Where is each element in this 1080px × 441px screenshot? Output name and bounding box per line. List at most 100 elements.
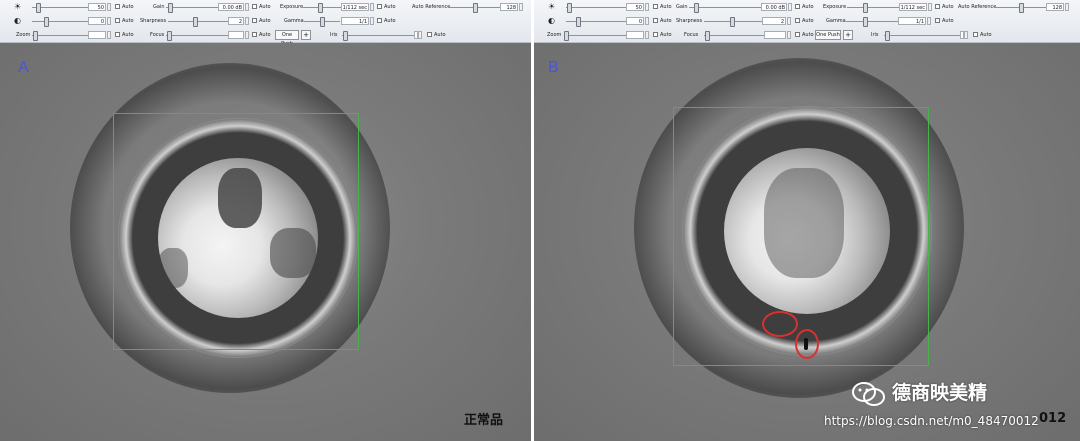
auto-reference-slider-thumb[interactable] bbox=[1019, 3, 1024, 13]
iris-auto-checkbox[interactable] bbox=[427, 32, 432, 37]
auto-reference-slider-thumb[interactable] bbox=[473, 3, 478, 13]
zoom-spinner[interactable] bbox=[645, 31, 649, 39]
contrast-value[interactable]: 0 bbox=[88, 17, 106, 25]
gamma-slider[interactable] bbox=[846, 21, 898, 22]
gain-slider-thumb[interactable] bbox=[168, 3, 173, 13]
auto-reference-spinner[interactable] bbox=[519, 3, 523, 11]
crosshair-icon[interactable]: + bbox=[301, 30, 311, 40]
focus-slider[interactable] bbox=[704, 35, 764, 36]
gamma-value[interactable]: 1/1 bbox=[898, 17, 926, 25]
auto-reference-value[interactable]: 128 bbox=[1046, 3, 1064, 11]
exposure-spinner[interactable] bbox=[370, 3, 374, 11]
zoom-value[interactable] bbox=[626, 31, 644, 39]
sharpness-value[interactable]: 2 bbox=[228, 17, 244, 25]
gain-slider[interactable] bbox=[689, 7, 761, 8]
gain-auto-checkbox[interactable] bbox=[795, 4, 800, 9]
gain-spinner[interactable] bbox=[788, 3, 792, 11]
gamma-spinner[interactable] bbox=[927, 17, 931, 25]
gamma-slider-thumb[interactable] bbox=[863, 17, 868, 27]
gain-value[interactable]: 0.00 dB bbox=[761, 3, 787, 11]
contrast-slider[interactable] bbox=[32, 21, 88, 22]
zoom-slider[interactable] bbox=[564, 35, 626, 36]
iris-slider[interactable] bbox=[884, 35, 960, 36]
contrast-slider[interactable] bbox=[566, 21, 626, 22]
one-push-button[interactable]: One Push bbox=[275, 30, 299, 47]
zoom-value[interactable] bbox=[88, 31, 106, 39]
gain-value[interactable]: 0.00 dB bbox=[218, 3, 244, 11]
focus-slider[interactable] bbox=[166, 35, 228, 36]
sharpness-slider-thumb[interactable] bbox=[730, 17, 735, 27]
camera-controls-toolbar: ☀ 50 Auto Gain 0.00 dB Auto Exposure 1/1… bbox=[534, 0, 1080, 43]
exposure-auto-checkbox[interactable] bbox=[377, 4, 382, 9]
iris-spinner[interactable] bbox=[418, 31, 422, 39]
contrast-spinner[interactable] bbox=[645, 17, 649, 25]
exposure-slider[interactable] bbox=[847, 7, 899, 8]
gain-auto-checkbox[interactable] bbox=[252, 4, 257, 9]
zoom-spinner[interactable] bbox=[107, 31, 111, 39]
gamma-value[interactable]: 1/1 bbox=[341, 17, 369, 25]
one-push-button[interactable]: One Push bbox=[815, 30, 841, 40]
iris-slider-thumb[interactable] bbox=[885, 31, 890, 41]
sharpness-spinner[interactable] bbox=[245, 17, 249, 25]
iris-slider[interactable] bbox=[342, 35, 414, 36]
brightness-value[interactable]: 50 bbox=[88, 3, 106, 11]
contrast-value[interactable]: 0 bbox=[626, 17, 644, 25]
camera-image: A 正常品 bbox=[0, 43, 531, 441]
iris-spinner[interactable] bbox=[964, 31, 968, 39]
sharpness-auto-checkbox[interactable] bbox=[795, 18, 800, 23]
contrast-slider-thumb[interactable] bbox=[44, 17, 49, 27]
controls-row-1: ☀ 50 Auto Gain 0.00 dB Auto Exposure 1/1… bbox=[534, 1, 1080, 14]
focus-label: Focus bbox=[150, 32, 165, 38]
gamma-auto-checkbox[interactable] bbox=[377, 18, 382, 23]
exposure-label: Exposure bbox=[823, 4, 847, 10]
sharpness-value[interactable]: 2 bbox=[762, 17, 786, 25]
exposure-slider-thumb[interactable] bbox=[318, 3, 323, 13]
sharpness-spinner[interactable] bbox=[787, 17, 791, 25]
gain-spinner[interactable] bbox=[245, 3, 249, 11]
brightness-slider-thumb[interactable] bbox=[567, 3, 572, 13]
contrast-slider-thumb[interactable] bbox=[576, 17, 581, 27]
sharpness-slider[interactable] bbox=[168, 21, 228, 22]
brightness-slider[interactable] bbox=[566, 7, 626, 8]
brightness-auto-checkbox[interactable] bbox=[115, 4, 120, 9]
focus-auto-checkbox[interactable] bbox=[795, 32, 800, 37]
exposure-value[interactable]: 1/112 sec bbox=[899, 3, 927, 11]
exposure-spinner[interactable] bbox=[928, 3, 932, 11]
brightness-slider-thumb[interactable] bbox=[36, 3, 41, 13]
focus-value[interactable] bbox=[228, 31, 244, 39]
exposure-value[interactable]: 1/112 sec bbox=[341, 3, 369, 11]
sharpness-auto-checkbox[interactable] bbox=[252, 18, 257, 23]
sharpness-slider-thumb[interactable] bbox=[193, 17, 198, 27]
auto-reference-value[interactable]: 128 bbox=[500, 3, 518, 11]
brightness-value[interactable]: 50 bbox=[626, 3, 644, 11]
exposure-auto-checkbox[interactable] bbox=[935, 4, 940, 9]
exposure-slider-thumb[interactable] bbox=[863, 3, 868, 13]
zoom-auto-checkbox[interactable] bbox=[653, 32, 658, 37]
gamma-auto-checkbox[interactable] bbox=[935, 18, 940, 23]
contrast-auto-checkbox[interactable] bbox=[115, 18, 120, 23]
zoom-slider-thumb[interactable] bbox=[564, 31, 569, 41]
iris-auto-checkbox[interactable] bbox=[973, 32, 978, 37]
gamma-slider-thumb[interactable] bbox=[320, 17, 325, 27]
auto-reference-spinner[interactable] bbox=[1065, 3, 1069, 11]
focus-auto-checkbox[interactable] bbox=[252, 32, 257, 37]
gamma-spinner[interactable] bbox=[370, 17, 374, 25]
gain-slider-thumb[interactable] bbox=[694, 3, 699, 13]
brightness-spinner[interactable] bbox=[107, 3, 111, 11]
focus-slider-thumb[interactable] bbox=[167, 31, 172, 41]
focus-spinner[interactable] bbox=[245, 31, 249, 39]
brightness-auto-checkbox[interactable] bbox=[653, 4, 658, 9]
controls-row-2: ◐ 0 Auto Sharpness 2 Auto Gamma 1/1 Auto bbox=[534, 15, 1080, 28]
gain-slider[interactable] bbox=[166, 7, 218, 8]
contrast-auto-checkbox[interactable] bbox=[653, 18, 658, 23]
zoom-auto-checkbox[interactable] bbox=[115, 32, 120, 37]
focus-spinner[interactable] bbox=[787, 31, 791, 39]
iris-slider-thumb[interactable] bbox=[343, 31, 348, 41]
brightness-spinner[interactable] bbox=[645, 3, 649, 11]
zoom-slider-thumb[interactable] bbox=[33, 31, 38, 41]
contrast-spinner[interactable] bbox=[107, 17, 111, 25]
focus-value[interactable] bbox=[764, 31, 786, 39]
zoom-slider[interactable] bbox=[32, 35, 88, 36]
crosshair-icon[interactable]: + bbox=[843, 30, 853, 40]
focus-slider-thumb[interactable] bbox=[705, 31, 710, 41]
